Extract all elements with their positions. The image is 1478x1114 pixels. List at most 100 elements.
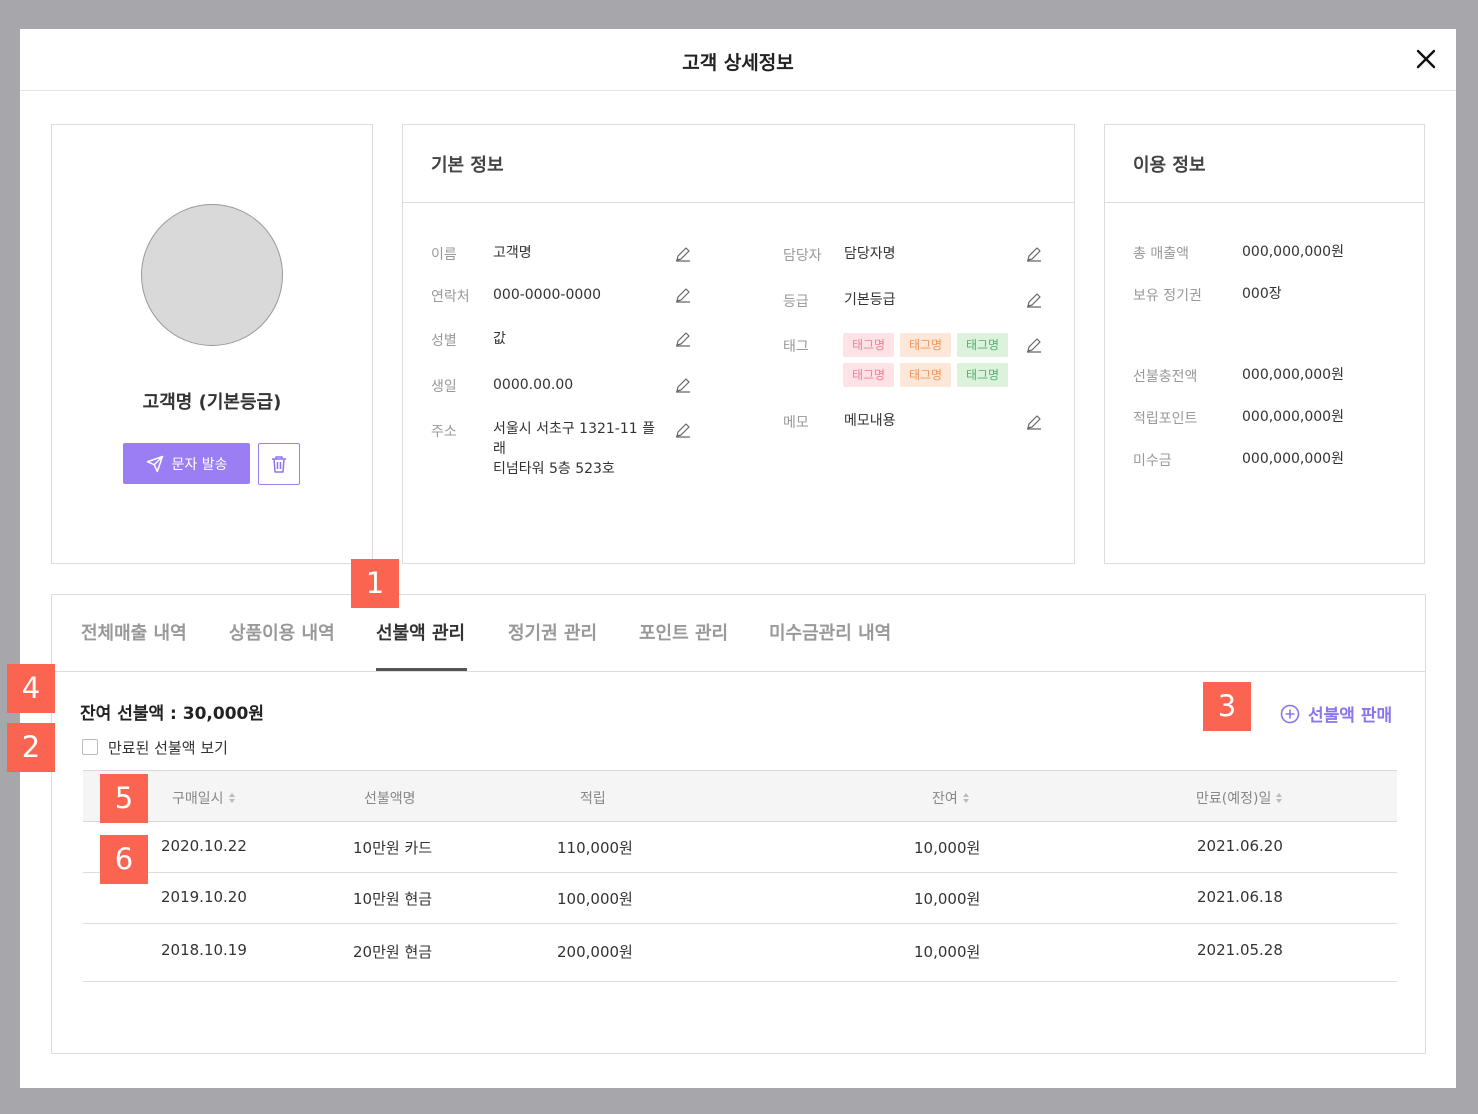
field-label: 등급 [783,294,809,310]
sort-icon [962,793,969,803]
prepaid-table: 구매일시 선불액명 적립 잔여 만료(예정)일 2020.10.22 10만원 … [83,770,1397,982]
field-label: 메모 [783,415,809,431]
column-header-purchase-date[interactable]: 구매일시 [172,788,236,808]
tab-product-usage[interactable]: 상품이용 내역 [229,619,335,645]
pencil-icon [1027,247,1041,262]
basic-info-title: 기본 정보 [431,155,504,176]
pencil-icon [1027,415,1041,430]
cell-purchase-date: 2019.10.20 [161,888,247,906]
edit-manager-button[interactable] [1026,246,1042,262]
tag-chip[interactable]: 태그명 [900,333,951,357]
cell-purchase-date: 2020.10.22 [161,837,247,855]
pencil-icon [676,423,690,438]
edit-name-button[interactable] [675,246,691,262]
pencil-icon [1027,338,1041,353]
send-sms-label: 문자 발송 [171,456,228,473]
tab-pass[interactable]: 정기권 관리 [508,619,597,645]
usage-value-points: 000,000,000원 [1242,409,1344,425]
cell-prepaid-name: 10만원 현금 [353,890,433,908]
field-label: 성별 [431,333,457,349]
plus-circle-icon [1280,704,1300,723]
tab-points[interactable]: 포인트 관리 [639,619,728,645]
sell-prepaid-label: 선불액 판매 [1308,706,1393,726]
profile-name: 고객명 (기본등급) [142,392,282,413]
table-row[interactable]: 2020.10.22 10만원 카드 110,000원 10,000원 2021… [83,822,1397,873]
cell-purchase-date: 2018.10.19 [161,941,247,959]
sell-prepaid-button[interactable]: 선불액 판매 [1280,701,1392,726]
tag-chip[interactable]: 태그명 [957,363,1008,387]
annotation-marker-4: 4 [7,664,55,713]
header-label: 선불액명 [364,791,416,807]
tab-receivables[interactable]: 미수금관리 내역 [769,619,891,645]
edit-gender-button[interactable] [675,331,691,347]
cell-remaining: 10,000원 [914,890,981,908]
cell-accrual: 200,000원 [557,943,633,961]
field-label: 담당자 [783,248,822,264]
annotation-marker-1: 1 [351,559,399,608]
field-value-phone: 000-0000-0000 [493,287,602,303]
tab-bar: 전체매출 내역 상품이용 내역 선불액 관리 정기권 관리 포인트 관리 미수금… [52,595,1425,672]
trash-icon [272,456,286,473]
sort-icon [228,793,235,803]
divider [1105,202,1424,203]
column-header-accrual: 적립 [580,788,606,808]
active-tab-indicator [376,668,467,671]
send-icon [146,455,163,472]
send-sms-button[interactable]: 문자 발송 [123,443,250,484]
field-value-name: 고객명 [493,245,532,261]
edit-grade-button[interactable] [1026,292,1042,308]
cell-prepaid-name: 10만원 카드 [353,839,433,857]
usage-label: 총 매출액 [1133,246,1189,262]
pencil-icon [676,332,690,347]
field-value-birthday: 0000.00.00 [493,377,574,393]
modal-title: 고객 상세정보 [682,52,794,74]
tab-prepaid[interactable]: 선불액 관리 [376,619,465,645]
tab-total-sales[interactable]: 전체매출 내역 [81,619,187,645]
delete-button[interactable] [258,443,300,485]
cell-accrual: 100,000원 [557,890,633,908]
cell-accrual: 110,000원 [557,839,633,857]
annotation-marker-3: 3 [1203,682,1251,731]
usage-label: 미수금 [1133,453,1172,469]
modal-header: 고객 상세정보 [20,29,1456,91]
header-label: 만료(예정)일 [1196,791,1272,807]
field-value-manager: 담당자명 [844,246,896,262]
table-row[interactable]: 2018.10.19 20만원 현금 200,000원 10,000원 2021… [83,924,1397,982]
expired-checkbox-label[interactable]: 만료된 선불액 보기 [108,737,228,758]
usage-value-receivables: 000,000,000원 [1242,451,1344,467]
close-button[interactable] [1414,47,1438,71]
tag-chip[interactable]: 태그명 [843,333,894,357]
field-label: 태그 [783,339,809,355]
edit-address-button[interactable] [675,422,691,438]
pencil-icon [676,378,690,393]
field-label: 생일 [431,379,457,395]
usage-label: 선불충전액 [1133,369,1198,385]
edit-tags-button[interactable] [1026,337,1042,353]
edit-memo-button[interactable] [1026,414,1042,430]
tag-chip[interactable]: 태그명 [900,363,951,387]
tag-chip[interactable]: 태그명 [843,363,894,387]
cell-prepaid-name: 20만원 현금 [353,943,433,961]
divider [403,202,1074,203]
table-row[interactable]: 2019.10.20 10만원 현금 100,000원 10,000원 2021… [83,873,1397,924]
avatar [141,204,283,346]
expired-checkbox[interactable] [82,739,98,755]
pencil-icon [676,247,690,262]
table-header: 구매일시 선불액명 적립 잔여 만료(예정)일 [83,770,1397,822]
header-label: 구매일시 [172,791,224,807]
prepaid-balance: 잔여 선불액 : 30,000원 [80,704,264,724]
column-header-prepaid-name: 선불액명 [364,788,416,808]
field-value-memo: 메모내용 [844,413,896,429]
column-header-remaining[interactable]: 잔여 [932,788,970,808]
edit-birthday-button[interactable] [675,377,691,393]
basic-info-card: 기본 정보 이름 고객명 연락처 000-0000-0000 성별 값 생일 0… [402,124,1075,564]
column-header-expiry[interactable]: 만료(예정)일 [1196,788,1283,808]
field-label: 연락처 [431,289,470,305]
header-label: 잔여 [932,791,958,807]
field-value-grade: 기본등급 [844,292,896,308]
tag-chip[interactable]: 태그명 [957,333,1008,357]
cell-remaining: 10,000원 [914,839,981,857]
sort-icon [1276,793,1283,803]
usage-label: 적립포인트 [1133,411,1198,427]
edit-phone-button[interactable] [675,287,691,303]
